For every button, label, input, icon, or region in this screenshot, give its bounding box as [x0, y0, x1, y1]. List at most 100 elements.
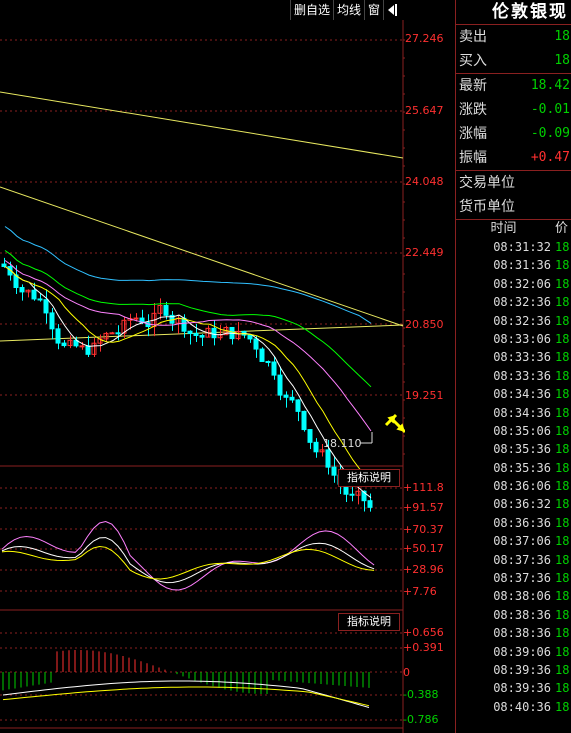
- tick-row[interactable]: 08:34:36 18.: [456, 385, 571, 403]
- chart-area[interactable]: 删自选 均线 窗 指标说明 指标说明 27.246 25.647 24.048 22.…: [0, 0, 444, 733]
- tick-row[interactable]: 08:35:36 18.: [456, 440, 571, 458]
- ma60-line: [4, 226, 372, 324]
- axis-tick-label: +91.57: [403, 501, 444, 514]
- tick-price: 18.: [555, 662, 571, 677]
- tick-row[interactable]: 08:39:06 18.: [456, 643, 571, 661]
- candle-body: [1, 263, 7, 268]
- tick-row[interactable]: 08:37:36 18.: [456, 569, 571, 587]
- moving-average-button[interactable]: 均线: [333, 0, 365, 20]
- candle-body: [43, 299, 49, 314]
- quote-value: -0.09: [530, 126, 570, 141]
- tick-row[interactable]: 08:32:06 18.: [456, 275, 571, 293]
- quote-label: 涨跌: [459, 102, 487, 118]
- tick-row[interactable]: 08:32:36 18.: [456, 293, 571, 311]
- quote-label: 买入: [459, 53, 487, 69]
- tick-row[interactable]: 08:39:36 18.: [456, 661, 571, 679]
- tick-price: 18.: [555, 681, 571, 696]
- candle-body: [181, 317, 187, 332]
- tick-price: 18.: [555, 497, 571, 512]
- candle-body: [295, 399, 301, 412]
- tick-price: 18.: [555, 552, 571, 567]
- tick-row[interactable]: 08:33:36 18.: [456, 367, 571, 385]
- candle-body: [49, 312, 55, 330]
- tick-time: 08:31:36: [493, 258, 551, 273]
- tick-row[interactable]: 08:31:32 18.: [456, 238, 571, 256]
- tick-time: 08:32:36: [493, 295, 551, 310]
- chart-toolbar: 删自选 均线 窗: [290, 0, 405, 20]
- quote-row: 交易单位: [456, 171, 571, 195]
- tick-row[interactable]: 08:32:36 18.: [456, 312, 571, 330]
- candle-body: [37, 298, 43, 301]
- tick-time: 08:35:36: [493, 442, 551, 457]
- tick-row[interactable]: 08:31:36 18.: [456, 256, 571, 274]
- candle-body: [193, 333, 199, 337]
- quote-label: 最新: [459, 78, 487, 94]
- tick-time: 08:34:36: [493, 405, 551, 420]
- tick-row[interactable]: 08:38:06 18.: [456, 587, 571, 605]
- tick-price: 18.: [555, 368, 571, 383]
- tick-row[interactable]: 08:33:06 18.: [456, 330, 571, 348]
- axis-tick-label: +0.391: [403, 641, 444, 654]
- axis-tick-label: 27.246: [405, 32, 444, 45]
- tick-row[interactable]: 08:34:36 18.: [456, 404, 571, 422]
- axis-tick-label: +50.17: [403, 542, 444, 555]
- kdj-d-line: [1, 545, 375, 580]
- candle-body: [115, 332, 121, 335]
- tick-price: 18.: [555, 626, 571, 641]
- candle-body: [325, 449, 331, 468]
- quote-value: 18: [554, 29, 570, 44]
- tick-row[interactable]: 08:35:36 18.: [456, 459, 571, 477]
- tick-row[interactable]: 08:37:36 18.: [456, 551, 571, 569]
- tick-time: 08:39:06: [493, 644, 551, 659]
- tick-row[interactable]: 08:35:06 18.: [456, 422, 571, 440]
- trendline: [0, 186, 404, 327]
- tick-price: 18.: [555, 460, 571, 475]
- axis-tick-label: 25.647: [405, 104, 444, 117]
- tick-row[interactable]: 08:37:06 18.: [456, 532, 571, 550]
- candle-body: [307, 429, 313, 443]
- tick-time: 08:38:36: [493, 607, 551, 622]
- candle-body: [61, 342, 67, 347]
- candle-body: [289, 396, 295, 401]
- quote-label: 振幅: [459, 150, 487, 166]
- quote-value: 18: [554, 53, 570, 68]
- tick-row[interactable]: 08:39:36 18.: [456, 679, 571, 697]
- ticks-header: 时间 价: [456, 219, 571, 238]
- low-price-annotation: 18.110: [323, 437, 362, 450]
- quote-value: +0.47: [530, 150, 570, 165]
- toggle-panel-icon[interactable]: [383, 0, 405, 20]
- candle-body: [265, 360, 271, 363]
- tick-price: 18.: [555, 442, 571, 457]
- axis-tick-label: 24.048: [405, 175, 444, 188]
- tick-price: 18.: [555, 331, 571, 346]
- tick-row[interactable]: 08:36:06 18.: [456, 477, 571, 495]
- candle-body: [247, 334, 253, 340]
- tick-time: 08:32:36: [493, 313, 551, 328]
- quote-label: 货币单位: [459, 199, 515, 215]
- tick-row[interactable]: 08:40:36 18.: [456, 698, 571, 716]
- delete-watchlist-button[interactable]: 删自选: [290, 0, 334, 20]
- ticks-header-time: 时间: [490, 221, 517, 236]
- quote-value: 18.42: [530, 78, 570, 93]
- indicator-1-help-button[interactable]: 指标说明: [338, 469, 400, 487]
- candle-body: [271, 361, 277, 376]
- tick-row[interactable]: 08:38:36 18.: [456, 624, 571, 642]
- tick-row[interactable]: 08:33:36 18.: [456, 348, 571, 366]
- tick-time: 08:32:06: [493, 276, 551, 291]
- window-button[interactable]: 窗: [364, 0, 384, 20]
- tick-time: 08:35:06: [493, 423, 551, 438]
- candle-body: [133, 317, 139, 320]
- tick-time: 08:35:36: [493, 460, 551, 475]
- tick-row[interactable]: 08:36:32 18.: [456, 495, 571, 513]
- trendline: [0, 91, 404, 159]
- tick-price: 18.: [555, 534, 571, 549]
- tick-row[interactable]: 08:36:36 18.: [456, 514, 571, 532]
- tick-time: 08:36:06: [493, 479, 551, 494]
- candle-body: [313, 441, 319, 453]
- quote-row: 涨跌 -0.01: [456, 98, 571, 122]
- axis-tick-label: -0.388: [403, 688, 439, 701]
- quote-panel: 伦敦银现 卖出 18 买入 18 最新 18.42 涨跌 -0.01 涨幅 -0.09 振幅 +0.4…: [455, 0, 571, 733]
- tick-row[interactable]: 08:38:36 18.: [456, 606, 571, 624]
- indicator-2-help-button[interactable]: 指标说明: [338, 613, 400, 631]
- tick-time: 08:34:36: [493, 387, 551, 402]
